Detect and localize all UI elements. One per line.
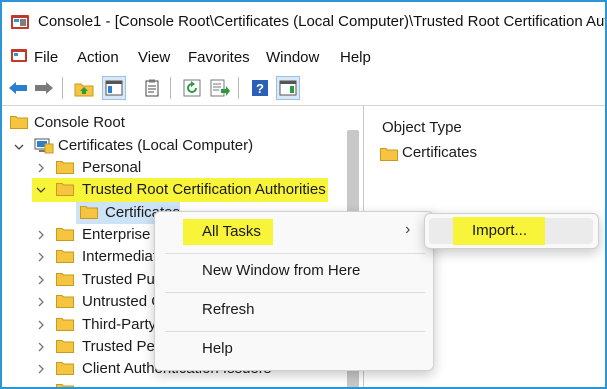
folder-icon (56, 183, 74, 196)
folder-icon (10, 116, 28, 129)
menu-separator (165, 253, 425, 254)
chevron-down-icon[interactable] (13, 141, 25, 153)
toolbar-separator (170, 77, 171, 99)
menu-item-refresh-label: Refresh (202, 301, 255, 318)
help-icon[interactable]: ? (248, 76, 272, 100)
svg-text:?: ? (256, 81, 264, 96)
folder-icon (56, 384, 74, 387)
context-menu: All Tasks › New Window from Here Refresh… (154, 211, 434, 371)
folder-icon (56, 228, 74, 241)
show-hide-action-pane-icon[interactable] (276, 76, 300, 100)
title-bar: Console1 - [Console Root\Certificates (L… (2, 2, 605, 42)
system-menu-icon[interactable] (10, 47, 28, 65)
list-item-label: Certificates (402, 144, 478, 161)
menu-item-import[interactable]: Import... (472, 222, 527, 239)
back-arrow-icon[interactable] (6, 76, 30, 100)
chevron-right-icon[interactable] (35, 319, 47, 331)
toolbar-separator (62, 77, 63, 99)
menu-separator (165, 292, 425, 293)
menu-item-all-tasks[interactable]: All Tasks › (155, 217, 435, 247)
chevron-right-icon[interactable] (35, 363, 47, 375)
menu-item-new-window[interactable]: New Window from Here (155, 256, 435, 286)
folder-icon (56, 340, 74, 353)
folder-icon (56, 295, 74, 308)
tree-item-trusted-root[interactable]: Trusted Root Certification Authorities (82, 181, 326, 198)
folder-icon (56, 161, 74, 174)
tree-item-console-root[interactable]: Console Root (34, 114, 125, 131)
menu-favorites[interactable]: Favorites (188, 49, 250, 66)
menu-item-help-label: Help (202, 340, 233, 357)
properties-icon[interactable] (140, 76, 164, 100)
certificates-snapin-icon (34, 138, 54, 154)
menu-item-refresh[interactable]: Refresh (155, 295, 435, 325)
mmc-app-icon (11, 15, 29, 29)
menu-item-help[interactable]: Help (155, 334, 435, 364)
chevron-right-icon[interactable] (35, 274, 47, 286)
submenu-arrow-icon: › (405, 221, 411, 238)
menu-help[interactable]: Help (340, 49, 371, 66)
chevron-right-icon[interactable] (35, 251, 47, 263)
menu-bar: File Action View Favorites Window Help (2, 44, 605, 72)
chevron-right-icon[interactable] (35, 229, 47, 241)
refresh-icon[interactable] (180, 76, 204, 100)
menu-separator (165, 331, 425, 332)
tree-item-local-computer[interactable]: Certificates (Local Computer) (58, 137, 253, 154)
folder-icon (80, 206, 98, 219)
menu-item-new-window-label: New Window from Here (202, 262, 361, 279)
folder-icon (56, 362, 74, 375)
folder-icon (380, 148, 398, 161)
all-tasks-submenu: Import... (424, 213, 599, 249)
chevron-right-icon[interactable] (35, 341, 47, 353)
menu-action[interactable]: Action (77, 49, 119, 66)
toolbar: ? (2, 74, 605, 104)
menu-file[interactable]: File (34, 49, 58, 66)
chevron-right-icon[interactable] (35, 162, 47, 174)
up-folder-icon[interactable] (72, 76, 96, 100)
window-title: Console1 - [Console Root\Certificates (L… (38, 13, 607, 30)
folder-icon (56, 273, 74, 286)
folder-icon (56, 250, 74, 263)
export-list-icon[interactable] (208, 76, 232, 100)
folder-icon (56, 318, 74, 331)
menu-item-all-tasks-label: All Tasks (202, 223, 261, 240)
chevron-down-icon[interactable] (35, 184, 47, 196)
menu-view[interactable]: View (138, 49, 170, 66)
show-hide-tree-icon[interactable] (102, 76, 126, 100)
tree-item-personal[interactable]: Personal (82, 159, 141, 176)
mmc-window: Console1 - [Console Root\Certificates (L… (0, 0, 607, 389)
chevron-right-icon[interactable] (35, 296, 47, 308)
column-header-object-type[interactable]: Object Type (382, 119, 462, 136)
toolbar-separator (238, 77, 239, 99)
menu-window[interactable]: Window (266, 49, 319, 66)
forward-arrow-icon[interactable] (32, 76, 56, 100)
